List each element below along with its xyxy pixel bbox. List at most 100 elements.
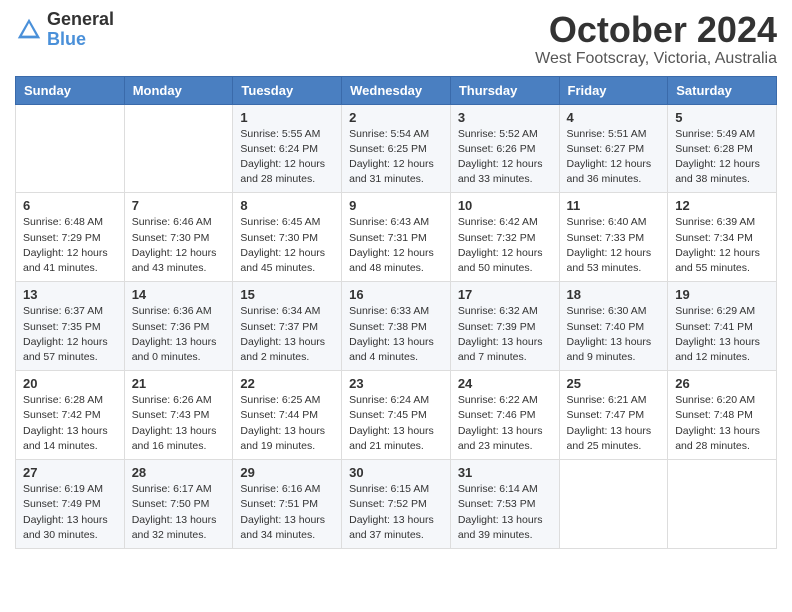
day-number: 18	[567, 287, 661, 302]
day-info: Sunrise: 6:40 AMSunset: 7:33 PMDaylight:…	[567, 215, 661, 276]
day-info: Sunrise: 5:51 AMSunset: 6:27 PMDaylight:…	[567, 127, 661, 188]
day-info: Sunrise: 6:19 AMSunset: 7:49 PMDaylight:…	[23, 482, 117, 543]
calendar-cell: 31 Sunrise: 6:14 AMSunset: 7:53 PMDayligh…	[450, 460, 559, 549]
calendar-week-2: 6 Sunrise: 6:48 AMSunset: 7:29 PMDaylight…	[16, 193, 777, 282]
day-number: 24	[458, 376, 552, 391]
day-number: 29	[240, 465, 334, 480]
day-info: Sunrise: 5:55 AMSunset: 6:24 PMDaylight:…	[240, 127, 334, 188]
logo: General Blue	[15, 10, 114, 50]
calendar-cell: 21Sunrise: 6:26 AMSunset: 7:43 PMDayligh…	[124, 371, 233, 460]
day-number: 19	[675, 287, 769, 302]
day-info: Sunrise: 6:48 AMSunset: 7:29 PMDaylight:…	[23, 215, 117, 276]
day-info: Sunrise: 6:45 AMSunset: 7:30 PMDaylight:…	[240, 215, 334, 276]
page-header: General Blue October 2024 West Footscray…	[15, 10, 777, 68]
weekday-header-tuesday: Tuesday	[233, 76, 342, 104]
calendar-cell	[16, 104, 125, 193]
logo-general-text: General	[47, 9, 114, 29]
calendar-week-3: 13 Sunrise: 6:37 AMSunset: 7:35 PMDayligh…	[16, 282, 777, 371]
day-info: Sunrise: 6:16 AMSunset: 7:51 PMDaylight:…	[240, 482, 334, 543]
calendar-cell: 19 Sunrise: 6:29 AMSunset: 7:41 PMDayligh…	[668, 282, 777, 371]
weekday-header-sunday: Sunday	[16, 76, 125, 104]
calendar-cell: 9 Sunrise: 6:43 AMSunset: 7:31 PMDaylight…	[342, 193, 451, 282]
day-info: Sunrise: 6:33 AMSunset: 7:38 PMDaylight:…	[349, 304, 443, 365]
day-number: 9	[349, 198, 443, 213]
day-info: Sunrise: 6:15 AMSunset: 7:52 PMDaylight:…	[349, 482, 443, 543]
calendar-cell: 27 Sunrise: 6:19 AMSunset: 7:49 PMDayligh…	[16, 460, 125, 549]
day-number: 20	[23, 376, 117, 391]
day-number: 7	[132, 198, 226, 213]
day-info: Sunrise: 6:28 AMSunset: 7:42 PMDaylight:…	[23, 393, 117, 454]
day-number: 15	[240, 287, 334, 302]
day-info: Sunrise: 6:43 AMSunset: 7:31 PMDaylight:…	[349, 215, 443, 276]
calendar-cell: 13 Sunrise: 6:37 AMSunset: 7:35 PMDayligh…	[16, 282, 125, 371]
day-info: Sunrise: 6:32 AMSunset: 7:39 PMDaylight:…	[458, 304, 552, 365]
day-info: Sunrise: 6:37 AMSunset: 7:35 PMDaylight:…	[23, 304, 117, 365]
calendar-cell: 11 Sunrise: 6:40 AMSunset: 7:33 PMDayligh…	[559, 193, 668, 282]
day-info: Sunrise: 5:54 AMSunset: 6:25 PMDaylight:…	[349, 127, 443, 188]
day-info: Sunrise: 6:46 AMSunset: 7:30 PMDaylight:…	[132, 215, 226, 276]
day-number: 23	[349, 376, 443, 391]
logo-blue-text: Blue	[47, 29, 86, 49]
day-info: Sunrise: 6:30 AMSunset: 7:40 PMDaylight:…	[567, 304, 661, 365]
day-info: Sunrise: 6:25 AMSunset: 7:44 PMDaylight:…	[240, 393, 334, 454]
weekday-header-thursday: Thursday	[450, 76, 559, 104]
calendar-cell: 17 Sunrise: 6:32 AMSunset: 7:39 PMDayligh…	[450, 282, 559, 371]
day-number: 3	[458, 110, 552, 125]
day-number: 31	[458, 465, 552, 480]
calendar-cell: 30 Sunrise: 6:15 AMSunset: 7:52 PMDayligh…	[342, 460, 451, 549]
calendar-cell: 23 Sunrise: 6:24 AMSunset: 7:45 PMDayligh…	[342, 371, 451, 460]
month-title: October 2024	[535, 10, 777, 50]
calendar-table: SundayMondayTuesdayWednesdayThursdayFrid…	[15, 76, 777, 549]
day-number: 30	[349, 465, 443, 480]
day-info: Sunrise: 6:20 AMSunset: 7:48 PMDaylight:…	[675, 393, 769, 454]
weekday-header-row: SundayMondayTuesdayWednesdayThursdayFrid…	[16, 76, 777, 104]
calendar-cell	[124, 104, 233, 193]
calendar-cell: 15 Sunrise: 6:34 AMSunset: 7:37 PMDayligh…	[233, 282, 342, 371]
day-info: Sunrise: 6:14 AMSunset: 7:53 PMDaylight:…	[458, 482, 552, 543]
weekday-header-wednesday: Wednesday	[342, 76, 451, 104]
day-number: 1	[240, 110, 334, 125]
calendar-cell: 5Sunrise: 5:49 AMSunset: 6:28 PMDaylight…	[668, 104, 777, 193]
calendar-cell: 1 Sunrise: 5:55 AMSunset: 6:24 PMDaylight…	[233, 104, 342, 193]
logo-icon	[15, 16, 43, 44]
calendar-cell: 12Sunrise: 6:39 AMSunset: 7:34 PMDayligh…	[668, 193, 777, 282]
day-info: Sunrise: 6:29 AMSunset: 7:41 PMDaylight:…	[675, 304, 769, 365]
day-info: Sunrise: 6:24 AMSunset: 7:45 PMDaylight:…	[349, 393, 443, 454]
day-info: Sunrise: 6:17 AMSunset: 7:50 PMDaylight:…	[132, 482, 226, 543]
day-number: 6	[23, 198, 117, 213]
day-number: 27	[23, 465, 117, 480]
calendar-cell: 20 Sunrise: 6:28 AMSunset: 7:42 PMDayligh…	[16, 371, 125, 460]
calendar-cell: 3Sunrise: 5:52 AMSunset: 6:26 PMDaylight…	[450, 104, 559, 193]
day-number: 11	[567, 198, 661, 213]
weekday-header-friday: Friday	[559, 76, 668, 104]
day-number: 22	[240, 376, 334, 391]
calendar-week-5: 27 Sunrise: 6:19 AMSunset: 7:49 PMDayligh…	[16, 460, 777, 549]
calendar-cell: 16 Sunrise: 6:33 AMSunset: 7:38 PMDayligh…	[342, 282, 451, 371]
day-number: 17	[458, 287, 552, 302]
calendar-cell: 25Sunrise: 6:21 AMSunset: 7:47 PMDayligh…	[559, 371, 668, 460]
title-block: October 2024 West Footscray, Victoria, A…	[535, 10, 777, 68]
calendar-cell: 26Sunrise: 6:20 AMSunset: 7:48 PMDayligh…	[668, 371, 777, 460]
calendar-week-4: 20 Sunrise: 6:28 AMSunset: 7:42 PMDayligh…	[16, 371, 777, 460]
calendar-cell: 29 Sunrise: 6:16 AMSunset: 7:51 PMDayligh…	[233, 460, 342, 549]
weekday-header-monday: Monday	[124, 76, 233, 104]
day-info: Sunrise: 6:34 AMSunset: 7:37 PMDaylight:…	[240, 304, 334, 365]
day-number: 8	[240, 198, 334, 213]
calendar-cell: 4 Sunrise: 5:51 AMSunset: 6:27 PMDaylight…	[559, 104, 668, 193]
day-number: 10	[458, 198, 552, 213]
day-number: 4	[567, 110, 661, 125]
day-info: Sunrise: 6:22 AMSunset: 7:46 PMDaylight:…	[458, 393, 552, 454]
day-number: 5	[675, 110, 769, 125]
calendar-cell: 24 Sunrise: 6:22 AMSunset: 7:46 PMDayligh…	[450, 371, 559, 460]
calendar-cell	[559, 460, 668, 549]
calendar-cell: 8 Sunrise: 6:45 AMSunset: 7:30 PMDaylight…	[233, 193, 342, 282]
day-info: Sunrise: 6:42 AMSunset: 7:32 PMDaylight:…	[458, 215, 552, 276]
day-number: 13	[23, 287, 117, 302]
day-number: 25	[567, 376, 661, 391]
calendar-cell	[668, 460, 777, 549]
calendar-week-1: 1 Sunrise: 5:55 AMSunset: 6:24 PMDaylight…	[16, 104, 777, 193]
day-number: 12	[675, 198, 769, 213]
day-number: 16	[349, 287, 443, 302]
calendar-cell: 7 Sunrise: 6:46 AMSunset: 7:30 PMDaylight…	[124, 193, 233, 282]
calendar-cell: 10 Sunrise: 6:42 AMSunset: 7:32 PMDayligh…	[450, 193, 559, 282]
